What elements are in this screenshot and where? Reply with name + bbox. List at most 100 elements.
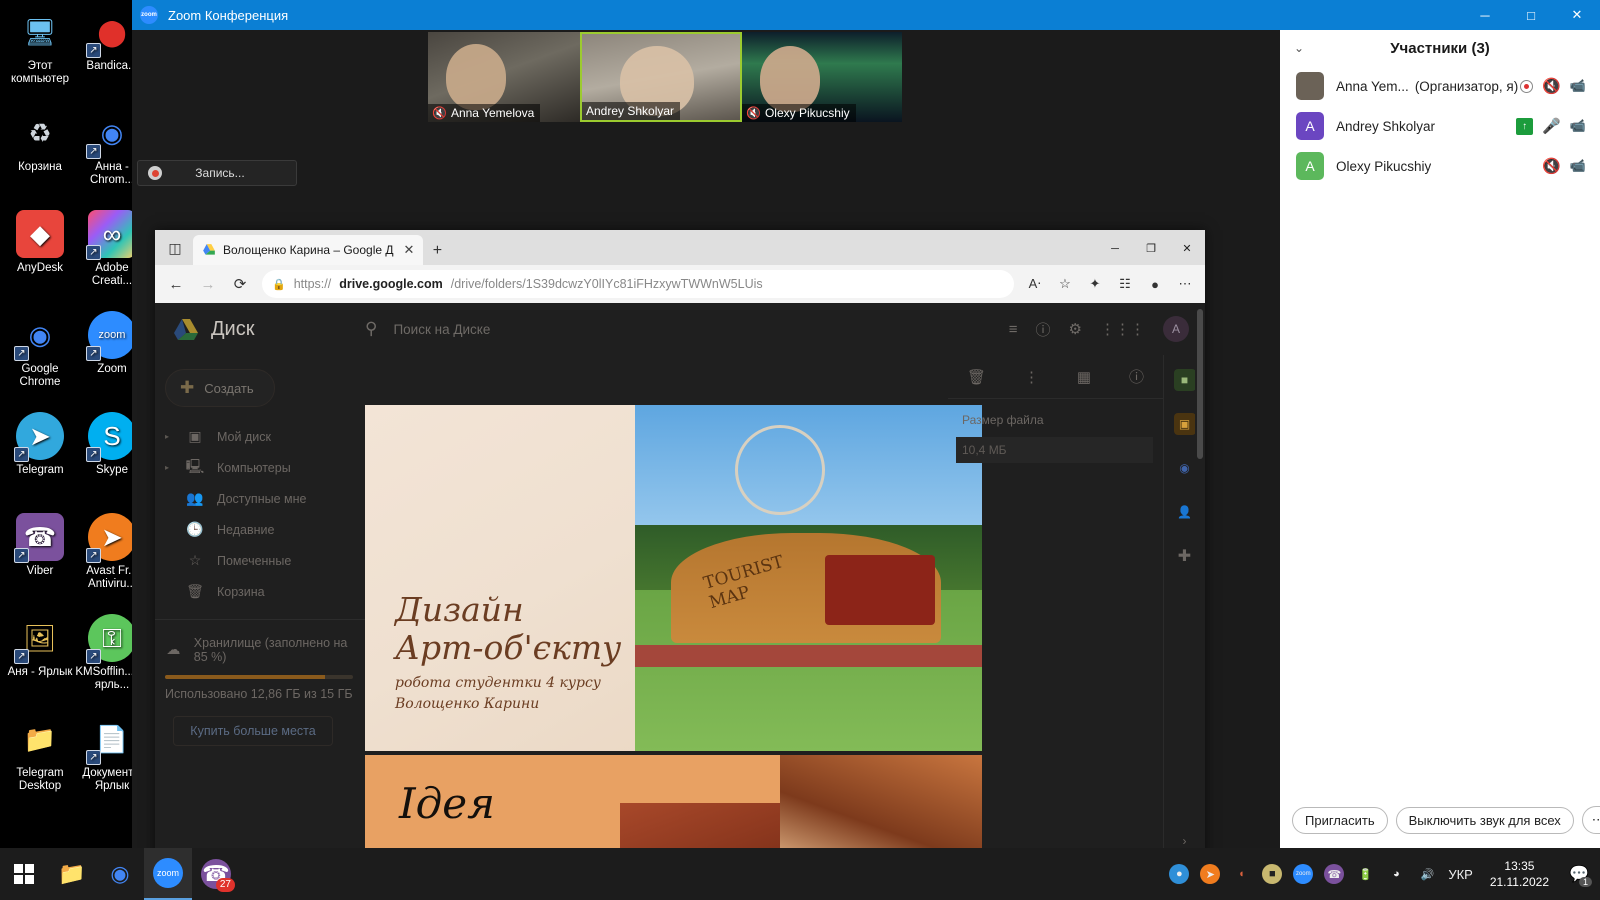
grid-view-icon[interactable]: ▦ <box>1077 368 1091 386</box>
browser-minimize-button[interactable]: ─ <box>1097 232 1133 265</box>
browser-close-button[interactable]: ✕ <box>1169 232 1205 265</box>
start-button[interactable] <box>0 848 48 900</box>
search-options-icon[interactable]: ≡ <box>1009 321 1018 338</box>
buy-storage-button[interactable]: Купить больше места <box>173 716 333 746</box>
info-icon[interactable]: ⓘ <box>1129 366 1144 387</box>
unknown-icon[interactable]: ◖ <box>1231 864 1251 884</box>
drive-nav-item[interactable]: ▸ ▣ Мой диск <box>155 421 365 452</box>
camera-icon[interactable]: 📹 <box>1570 78 1586 94</box>
close-button[interactable]: ✕ <box>1554 0 1600 30</box>
clock[interactable]: 13:35 21.11.2022 <box>1484 858 1555 890</box>
mic-off-icon[interactable]: 🔇 <box>1542 77 1561 95</box>
zoom-tray-icon[interactable]: zoom <box>1293 864 1314 884</box>
forward-button[interactable]: → <box>193 269 223 299</box>
slide-title-line1: Дизайн <box>395 590 524 629</box>
volume-icon[interactable]: 🔊 <box>1417 864 1437 884</box>
favorite-icon[interactable]: ☆ <box>1051 270 1079 298</box>
camera-icon[interactable]: 📹 <box>1570 158 1586 174</box>
participant-row[interactable]: A Olexy Pikucshiy 🔇 📹 <box>1280 146 1600 186</box>
new-tab-button[interactable]: + <box>423 237 451 265</box>
video-tile[interactable]: 🔇 Anna Yemelova <box>428 32 588 122</box>
address-bar[interactable]: 🔒 https:// drive.google.com/drive/folders… <box>262 270 1014 298</box>
taskbar-app-zoom[interactable]: zoom <box>144 848 192 900</box>
maximize-button[interactable]: □ <box>1508 0 1554 30</box>
create-button[interactable]: ✚ Создать <box>165 369 275 407</box>
wifi-icon[interactable]: ◕ <box>1386 864 1406 884</box>
camera-icon[interactable]: 📹 <box>1570 118 1586 134</box>
notifications-icon[interactable]: 💬 1 <box>1566 859 1592 889</box>
browser-maximize-button[interactable]: ❐ <box>1133 232 1169 265</box>
participant-row[interactable]: Anna Yem... (Организатор, я) 🔇 📹 <box>1280 66 1600 106</box>
minimize-button[interactable]: ─ <box>1462 0 1508 30</box>
tasks-icon[interactable]: ▣ <box>1173 413 1196 435</box>
help-icon[interactable]: ⓘ <box>1036 319 1051 340</box>
split-screen-icon[interactable]: ☷ <box>1111 270 1139 298</box>
viber-tray-icon[interactable]: ☎ <box>1324 864 1345 884</box>
desktop-icon-viber[interactable]: ☎ ↗ Viber <box>2 513 78 578</box>
mic-on-icon[interactable]: 🎤 <box>1542 117 1561 135</box>
profile-icon[interactable]: ● <box>1141 270 1169 298</box>
desktop-icon-anydesk[interactable]: ◆ AnyDesk <box>2 210 78 275</box>
drive-nav-item[interactable]: 🕒 Недавние <box>155 514 365 545</box>
read-aloud-icon[interactable]: A⋅ <box>1021 270 1049 298</box>
plus-icon[interactable]: ✚ <box>1174 545 1196 567</box>
participant-row[interactable]: A Andrey Shkolyar ↑ 🎤 📹 <box>1280 106 1600 146</box>
recording-indicator[interactable]: Запись... <box>137 160 297 186</box>
taskbar-app-file-explorer[interactable]: 📁 <box>48 848 96 900</box>
battery-icon[interactable]: 🔋 <box>1355 864 1375 884</box>
expand-arrow-icon[interactable]: ▸ <box>165 463 173 472</box>
google-drive-page: Диск ⚲ Поиск на Диске ≡ ⓘ ⚙ ⋮⋮⋮ A ✚ Созд… <box>155 303 1205 870</box>
settings-gear-icon[interactable]: ⚙ <box>1069 320 1082 338</box>
settings-more-icon[interactable]: ⋯ <box>1171 270 1199 298</box>
drive-nav-item[interactable]: ▸ 🖳 Компьютеры <box>155 452 365 483</box>
slide-1-photo[interactable]: TOURIST MAP <box>635 405 982 751</box>
desktop-icon-chrome[interactable]: ◉ ↗ Google Chrome <box>2 311 78 389</box>
taskbar-app-viber[interactable]: ☎ 27 <box>192 848 240 900</box>
desktop-icon-telegram[interactable]: ➤ ↗ Telegram <box>2 412 78 477</box>
reload-button[interactable]: ⟳ <box>225 269 255 299</box>
desktop-icon-recycle-bin[interactable]: ♻ Корзина <box>2 109 78 174</box>
zoom-icon: zoom ↗ <box>86 311 136 361</box>
tab-actions-icon[interactable]: ◫ <box>161 234 189 262</box>
desktop-icon-folder-picture[interactable]: 🖼 ↗ Аня - Ярлык <box>2 614 78 679</box>
more-vert-icon[interactable]: ⋮ <box>1024 368 1039 386</box>
collections-icon[interactable]: ✦ <box>1081 270 1109 298</box>
apps-grid-icon[interactable]: ⋮⋮⋮ <box>1100 320 1145 338</box>
browser-tab[interactable]: Волощенко Карина – Google Д ✕ <box>193 235 424 265</box>
close-tab-icon[interactable]: ✕ <box>401 242 418 258</box>
video-tile[interactable]: Andrey Shkolyar <box>580 32 742 122</box>
drive-scrollbar[interactable] <box>1195 303 1205 870</box>
shortcut-arrow-icon: ↗ <box>86 43 101 58</box>
video-tile[interactable]: 🔇 Olexy Pikucshiy <box>742 32 902 122</box>
search-input[interactable]: Поиск на Диске <box>393 322 490 337</box>
desktop-icon-folder[interactable]: 📁 Telegram Desktop <box>2 715 78 793</box>
invite-button[interactable]: Пригласить <box>1292 806 1388 834</box>
keep-icon[interactable]: ■ <box>1173 369 1196 391</box>
google-drive-icon <box>173 318 199 341</box>
search-icon[interactable]: ⚲ <box>365 319 377 339</box>
chevron-down-icon[interactable]: ⌄ <box>1294 41 1304 55</box>
drive-nav-item[interactable]: 👥 Доступные мне <box>155 483 365 514</box>
more-options-button[interactable]: ⋯ <box>1581 806 1600 834</box>
cloud-icon: ☁ <box>166 641 181 657</box>
delete-icon[interactable]: 🗑 <box>967 368 986 386</box>
drive-nav-item[interactable]: 🗑 Корзина <box>155 576 365 607</box>
drive-nav-item[interactable]: ☆ Помеченные <box>155 545 365 576</box>
drive-logo[interactable]: Диск <box>155 318 365 341</box>
drive-header-actions: ≡ ⓘ ⚙ ⋮⋮⋮ A <box>1009 316 1205 342</box>
desktop-icon-computer[interactable]: 🖥 Этот компьютер <box>2 8 78 86</box>
taskbar-app-google-chrome[interactable]: ◉ <box>96 848 144 900</box>
avast-icon[interactable]: ➤ <box>1200 864 1221 884</box>
back-button[interactable]: ← <box>161 269 191 299</box>
contacts-icon[interactable]: ◉ <box>1174 457 1196 479</box>
avatar[interactable]: A <box>1163 316 1189 342</box>
bandicam-icon[interactable]: ■ <box>1262 864 1283 884</box>
mic-off-icon[interactable]: 🔇 <box>1542 157 1561 175</box>
add-ons-plus-icon[interactable]: 👤 <box>1174 501 1196 523</box>
signal-icon[interactable]: ● <box>1169 864 1190 884</box>
bandicam-icon: ⬤ ↗ <box>86 8 136 58</box>
browser-toolbar: ← → ⟳ 🔒 https:// drive.google.com/drive/f… <box>155 265 1205 303</box>
expand-arrow-icon[interactable]: ▸ <box>165 432 173 441</box>
mute-all-button[interactable]: Выключить звук для всех <box>1395 806 1574 834</box>
language-indicator[interactable]: УКР <box>1448 867 1473 882</box>
